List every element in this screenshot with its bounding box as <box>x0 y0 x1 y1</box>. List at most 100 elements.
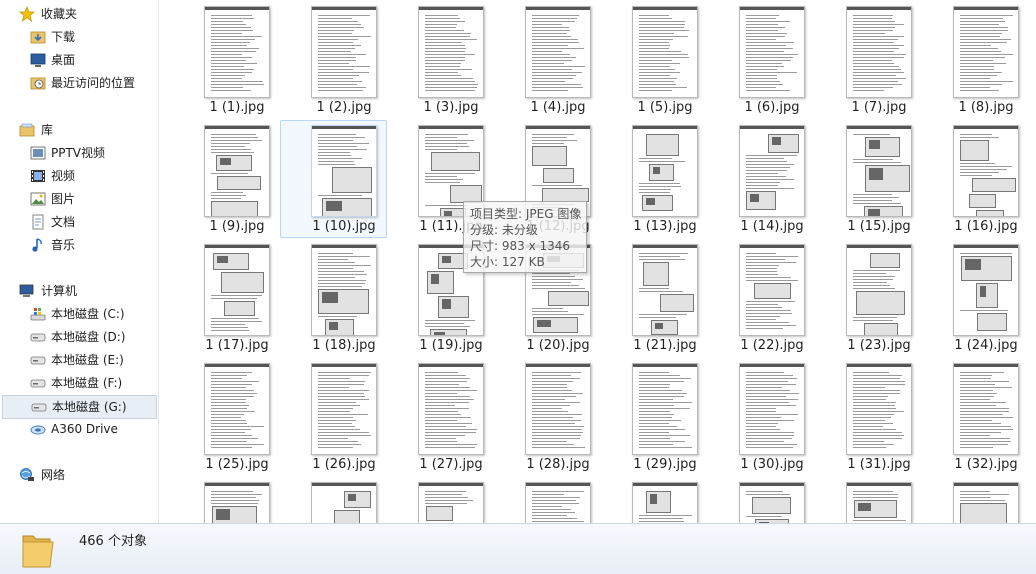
file-tile[interactable]: 1 (2).jpg <box>291 3 397 121</box>
image-thumbnail <box>204 6 270 98</box>
tooltip-dimensions: 尺寸: 983 x 1346 <box>470 239 571 253</box>
file-tile[interactable]: 1 (32).jpg <box>933 360 1036 478</box>
file-list-view[interactable]: 1 (1).jpg 1 (2).jpg 1 (3).jpg 1 (4).jpg 1 (5… <box>159 0 1036 523</box>
image-thumbnail <box>525 6 591 98</box>
file-tile[interactable]: 1 (24).jpg <box>933 241 1036 359</box>
star-icon <box>19 6 35 22</box>
nav-desktop-label: 桌面 <box>51 53 76 67</box>
image-thumbnail <box>739 363 805 455</box>
hard-drive-icon <box>30 379 46 388</box>
image-thumbnail <box>953 482 1019 523</box>
cloud-drive-icon <box>30 425 46 435</box>
navigation-pane: 收藏夹 下载 桌面 最近访问的位置 库 PPTV视频 视频 图片 文档 音乐 计… <box>0 0 159 523</box>
file-tile[interactable]: 1 (21).jpg <box>612 241 718 359</box>
file-tile[interactable]: 1 (3).jpg <box>398 3 504 121</box>
file-tile[interactable]: 1 (1).jpg <box>184 3 290 121</box>
system-drive-icon <box>30 308 46 321</box>
file-name: 1 (8).jpg <box>958 100 1014 115</box>
file-name: 1 (24).jpg <box>954 338 1018 353</box>
file-tile[interactable]: 1 (18).jpg <box>291 241 397 359</box>
file-tile[interactable]: 1 (16).jpg <box>933 122 1036 240</box>
image-thumbnail <box>632 244 698 336</box>
nav-favorites-label: 收藏夹 <box>41 7 78 21</box>
nav-a360-drive-label: A360 Drive <box>51 422 118 436</box>
file-name: 1 (23).jpg <box>847 338 911 353</box>
image-thumbnail <box>632 482 698 523</box>
tooltip-type: 项目类型: JPEG 图像 <box>470 207 582 221</box>
item-count: 466 个对象 <box>79 534 147 549</box>
nav-drive-g-label: 本地磁盘 (G:) <box>52 400 127 414</box>
file-tile[interactable] <box>398 479 504 523</box>
image-thumbnail <box>846 363 912 455</box>
file-tile[interactable]: 1 (9).jpg <box>184 122 290 240</box>
file-name: 1 (27).jpg <box>419 457 483 472</box>
file-tile[interactable]: 1 (4).jpg <box>505 3 611 121</box>
file-tile[interactable]: 1 (13).jpg <box>612 122 718 240</box>
computer-icon <box>19 284 34 297</box>
file-tile[interactable]: 1 (31).jpg <box>826 360 932 478</box>
file-info-tooltip: 项目类型: JPEG 图像 分级: 未分级 尺寸: 983 x 1346 大小:… <box>463 201 587 273</box>
file-tile[interactable]: 1 (6).jpg <box>719 3 825 121</box>
file-name: 1 (19).jpg <box>419 338 483 353</box>
documents-library-icon <box>32 214 44 230</box>
file-name: 1 (18).jpg <box>312 338 376 353</box>
file-name: 1 (13).jpg <box>633 219 697 234</box>
nav-drive-f-label: 本地磁盘 (F:) <box>51 376 123 390</box>
file-tile[interactable]: 1 (8).jpg <box>933 3 1036 121</box>
nav-documents-label: 文档 <box>51 215 76 229</box>
file-tile[interactable]: 1 (7).jpg <box>826 3 932 121</box>
image-thumbnail <box>739 125 805 217</box>
nav-drive-c-label: 本地磁盘 (C:) <box>51 307 125 321</box>
tooltip-size: 大小: 127 KB <box>470 255 545 269</box>
file-tile[interactable]: 1 (23).jpg <box>826 241 932 359</box>
file-tile[interactable]: 1 (27).jpg <box>398 360 504 478</box>
image-thumbnail <box>739 244 805 336</box>
file-name: 1 (1).jpg <box>209 100 265 115</box>
recent-places-icon <box>30 77 46 90</box>
image-thumbnail <box>204 244 270 336</box>
video-library-icon <box>30 146 46 160</box>
image-thumbnail <box>525 482 591 523</box>
image-thumbnail <box>311 125 377 217</box>
file-name: 1 (4).jpg <box>530 100 586 115</box>
image-thumbnail <box>311 363 377 455</box>
file-tile[interactable]: 1 (28).jpg <box>505 360 611 478</box>
file-tile[interactable] <box>933 479 1036 523</box>
file-name: 1 (30).jpg <box>740 457 804 472</box>
file-tile[interactable] <box>184 479 290 523</box>
image-thumbnail <box>311 482 377 523</box>
nav-network-label: 网络 <box>41 468 66 482</box>
file-tile[interactable]: 1 (17).jpg <box>184 241 290 359</box>
video-library-icon <box>31 170 45 182</box>
image-thumbnail <box>846 482 912 523</box>
file-name: 1 (20).jpg <box>526 338 590 353</box>
image-thumbnail <box>632 125 698 217</box>
file-tile[interactable]: 1 (5).jpg <box>612 3 718 121</box>
file-tile[interactable]: 1 (29).jpg <box>612 360 718 478</box>
nav-drive-d-label: 本地磁盘 (D:) <box>51 330 126 344</box>
file-tile[interactable]: 1 (26).jpg <box>291 360 397 478</box>
image-thumbnail <box>739 6 805 98</box>
status-bar: 466 个对象 <box>0 523 1036 574</box>
file-tile[interactable]: 1 (14).jpg <box>719 122 825 240</box>
image-thumbnail <box>204 363 270 455</box>
image-thumbnail <box>953 125 1019 217</box>
desktop-icon <box>30 53 46 67</box>
file-tile[interactable]: 1 (25).jpg <box>184 360 290 478</box>
file-tile[interactable] <box>826 479 932 523</box>
file-name: 1 (2).jpg <box>316 100 372 115</box>
nav-recent-label: 最近访问的位置 <box>51 76 136 90</box>
file-tile[interactable]: 1 (10).jpg <box>291 122 397 240</box>
file-tile[interactable] <box>612 479 718 523</box>
file-tile[interactable]: 1 (15).jpg <box>826 122 932 240</box>
file-tile[interactable]: 1 (22).jpg <box>719 241 825 359</box>
file-tile[interactable] <box>291 479 397 523</box>
file-tile[interactable] <box>719 479 825 523</box>
image-thumbnail <box>953 6 1019 98</box>
image-thumbnail <box>846 6 912 98</box>
file-tile[interactable] <box>505 479 611 523</box>
nav-drive-g[interactable]: 本地磁盘 (G:) <box>2 395 157 419</box>
image-thumbnail <box>846 125 912 217</box>
file-tile[interactable]: 1 (30).jpg <box>719 360 825 478</box>
hard-drive-icon <box>30 356 46 365</box>
